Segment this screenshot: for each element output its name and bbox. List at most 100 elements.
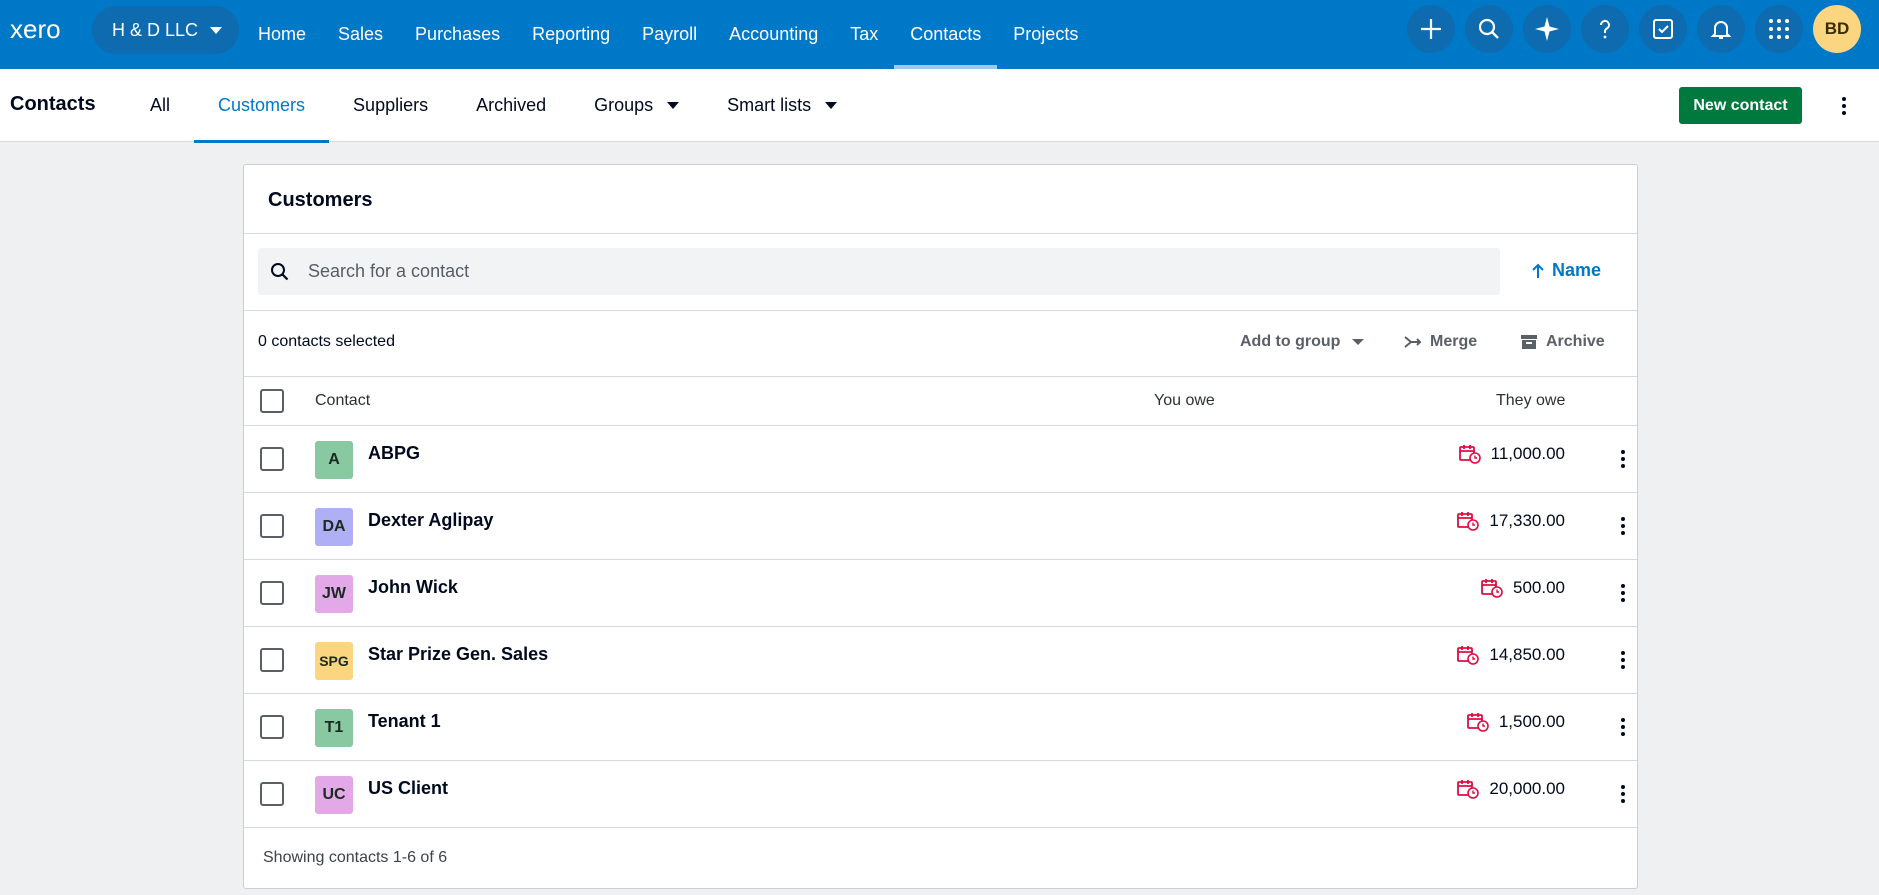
chevron-down-icon bbox=[1352, 339, 1365, 345]
chevron-down-icon bbox=[667, 102, 680, 109]
nav-reporting[interactable]: Reporting bbox=[516, 0, 626, 69]
tab-smart-lists[interactable]: Smart lists bbox=[703, 69, 861, 142]
they-owe-amount: 20,000.00 bbox=[1457, 779, 1565, 799]
row-more-options-icon[interactable] bbox=[1619, 782, 1627, 806]
tab-label: Suppliers bbox=[353, 95, 429, 115]
tab-customers[interactable]: Customers bbox=[194, 69, 330, 143]
action-label: Archive bbox=[1546, 333, 1605, 350]
amount-value: 500.00 bbox=[1513, 578, 1565, 597]
sort-label: Name bbox=[1552, 260, 1602, 280]
table-row[interactable]: UC US Client 20,000.00 bbox=[244, 761, 1637, 828]
card-title: Customers bbox=[268, 189, 373, 211]
help-icon[interactable] bbox=[1581, 5, 1629, 53]
org-switcher[interactable]: H & D LLC bbox=[92, 6, 239, 54]
search-bar bbox=[258, 248, 1500, 295]
tab-label: Archived bbox=[476, 95, 547, 115]
chevron-down-icon bbox=[210, 26, 223, 34]
nav-sales[interactable]: Sales bbox=[322, 0, 399, 69]
contact-name[interactable]: US Client bbox=[368, 778, 448, 799]
row-checkbox[interactable] bbox=[260, 782, 284, 806]
sparkle-icon[interactable] bbox=[1523, 5, 1571, 53]
new-contact-button[interactable]: New contact bbox=[1679, 87, 1802, 124]
nav-accounting[interactable]: Accounting bbox=[713, 0, 834, 69]
divider bbox=[244, 827, 1637, 828]
they-owe-amount: 14,850.00 bbox=[1457, 645, 1565, 665]
avatar: JW bbox=[315, 575, 353, 613]
merge-button[interactable]: Merge bbox=[1404, 333, 1477, 351]
nav-contacts[interactable]: Contacts bbox=[894, 0, 998, 69]
selection-count: 0 contacts selected bbox=[258, 333, 395, 350]
nav-payroll[interactable]: Payroll bbox=[626, 0, 713, 69]
divider bbox=[244, 310, 1637, 311]
column-header-you-owe[interactable]: You owe bbox=[1154, 392, 1215, 410]
overdue-calendar-icon bbox=[1457, 646, 1480, 665]
avatar: DA bbox=[315, 508, 353, 546]
avatar: A bbox=[315, 441, 353, 479]
more-options-icon[interactable] bbox=[1834, 93, 1854, 119]
tab-label: Customers bbox=[218, 95, 306, 115]
user-avatar[interactable]: BD bbox=[1813, 5, 1861, 53]
tab-suppliers[interactable]: Suppliers bbox=[329, 69, 452, 142]
action-label: Add to group bbox=[1240, 333, 1341, 350]
row-more-options-icon[interactable] bbox=[1619, 514, 1627, 538]
merge-icon bbox=[1404, 336, 1422, 348]
add-to-group-button[interactable]: Add to group bbox=[1240, 333, 1365, 351]
bell-icon[interactable] bbox=[1697, 5, 1745, 53]
contact-name[interactable]: Star Prize Gen. Sales bbox=[368, 644, 548, 665]
row-more-options-icon[interactable] bbox=[1619, 581, 1627, 605]
main-nav: Home Sales Purchases Reporting Payroll A… bbox=[242, 0, 1094, 69]
divider bbox=[244, 376, 1637, 377]
customers-card: Customers Name 0 contacts selected Add t… bbox=[243, 164, 1638, 889]
archive-button[interactable]: Archive bbox=[1520, 333, 1605, 351]
amount-value: 14,850.00 bbox=[1489, 645, 1565, 664]
row-more-options-icon[interactable] bbox=[1619, 447, 1627, 471]
page-title: Contacts bbox=[10, 93, 96, 115]
they-owe-amount: 17,330.00 bbox=[1457, 511, 1565, 531]
search-input[interactable] bbox=[308, 261, 1208, 282]
tab-all[interactable]: All bbox=[126, 69, 194, 142]
contact-name[interactable]: ABPG bbox=[368, 443, 420, 464]
select-all-checkbox[interactable] bbox=[260, 389, 284, 413]
row-checkbox[interactable] bbox=[260, 581, 284, 605]
archive-icon bbox=[1521, 335, 1537, 349]
nav-projects[interactable]: Projects bbox=[997, 0, 1094, 69]
apps-grid-icon[interactable] bbox=[1755, 5, 1803, 53]
they-owe-amount: 500.00 bbox=[1481, 578, 1565, 598]
nav-purchases[interactable]: Purchases bbox=[399, 0, 516, 69]
column-header-they-owe[interactable]: They owe bbox=[1496, 392, 1565, 410]
overdue-calendar-icon bbox=[1457, 512, 1480, 531]
table-row[interactable]: JW John Wick 500.00 bbox=[244, 560, 1637, 627]
pagination-summary: Showing contacts 1-6 of 6 bbox=[263, 849, 448, 866]
task-icon[interactable] bbox=[1639, 5, 1687, 53]
table-row[interactable]: SPG Star Prize Gen. Sales 14,850.00 bbox=[244, 627, 1637, 694]
search-icon[interactable] bbox=[1465, 5, 1513, 53]
nav-home[interactable]: Home bbox=[242, 0, 322, 69]
row-more-options-icon[interactable] bbox=[1619, 648, 1627, 672]
tab-groups[interactable]: Groups bbox=[570, 69, 703, 142]
nav-tax[interactable]: Tax bbox=[834, 0, 894, 69]
column-header-contact[interactable]: Contact bbox=[315, 392, 370, 410]
contact-name[interactable]: Tenant 1 bbox=[368, 711, 441, 732]
contact-name[interactable]: Dexter Aglipay bbox=[368, 510, 493, 531]
table-row[interactable]: A ABPG 11,000.00 bbox=[244, 426, 1637, 493]
row-more-options-icon[interactable] bbox=[1619, 715, 1627, 739]
they-owe-amount: 1,500.00 bbox=[1466, 712, 1565, 732]
tab-archived[interactable]: Archived bbox=[452, 69, 570, 142]
tab-label: All bbox=[150, 95, 171, 115]
overdue-calendar-icon bbox=[1458, 445, 1481, 464]
tab-label: Groups bbox=[594, 95, 654, 115]
amount-value: 17,330.00 bbox=[1489, 511, 1565, 530]
table-row[interactable]: DA Dexter Aglipay 17,330.00 bbox=[244, 493, 1637, 560]
table-row[interactable]: T1 Tenant 1 1,500.00 bbox=[244, 694, 1637, 761]
sort-button[interactable]: Name bbox=[1532, 260, 1601, 281]
row-checkbox[interactable] bbox=[260, 648, 284, 672]
overdue-calendar-icon bbox=[1481, 579, 1503, 598]
contact-name[interactable]: John Wick bbox=[368, 577, 458, 598]
row-checkbox[interactable] bbox=[260, 447, 284, 471]
row-checkbox[interactable] bbox=[260, 715, 284, 739]
amount-value: 1,500.00 bbox=[1498, 712, 1565, 731]
row-checkbox[interactable] bbox=[260, 514, 284, 538]
tab-label: Smart lists bbox=[727, 95, 812, 115]
xero-logo[interactable]: xero bbox=[10, 16, 78, 44]
plus-icon[interactable] bbox=[1407, 5, 1455, 53]
